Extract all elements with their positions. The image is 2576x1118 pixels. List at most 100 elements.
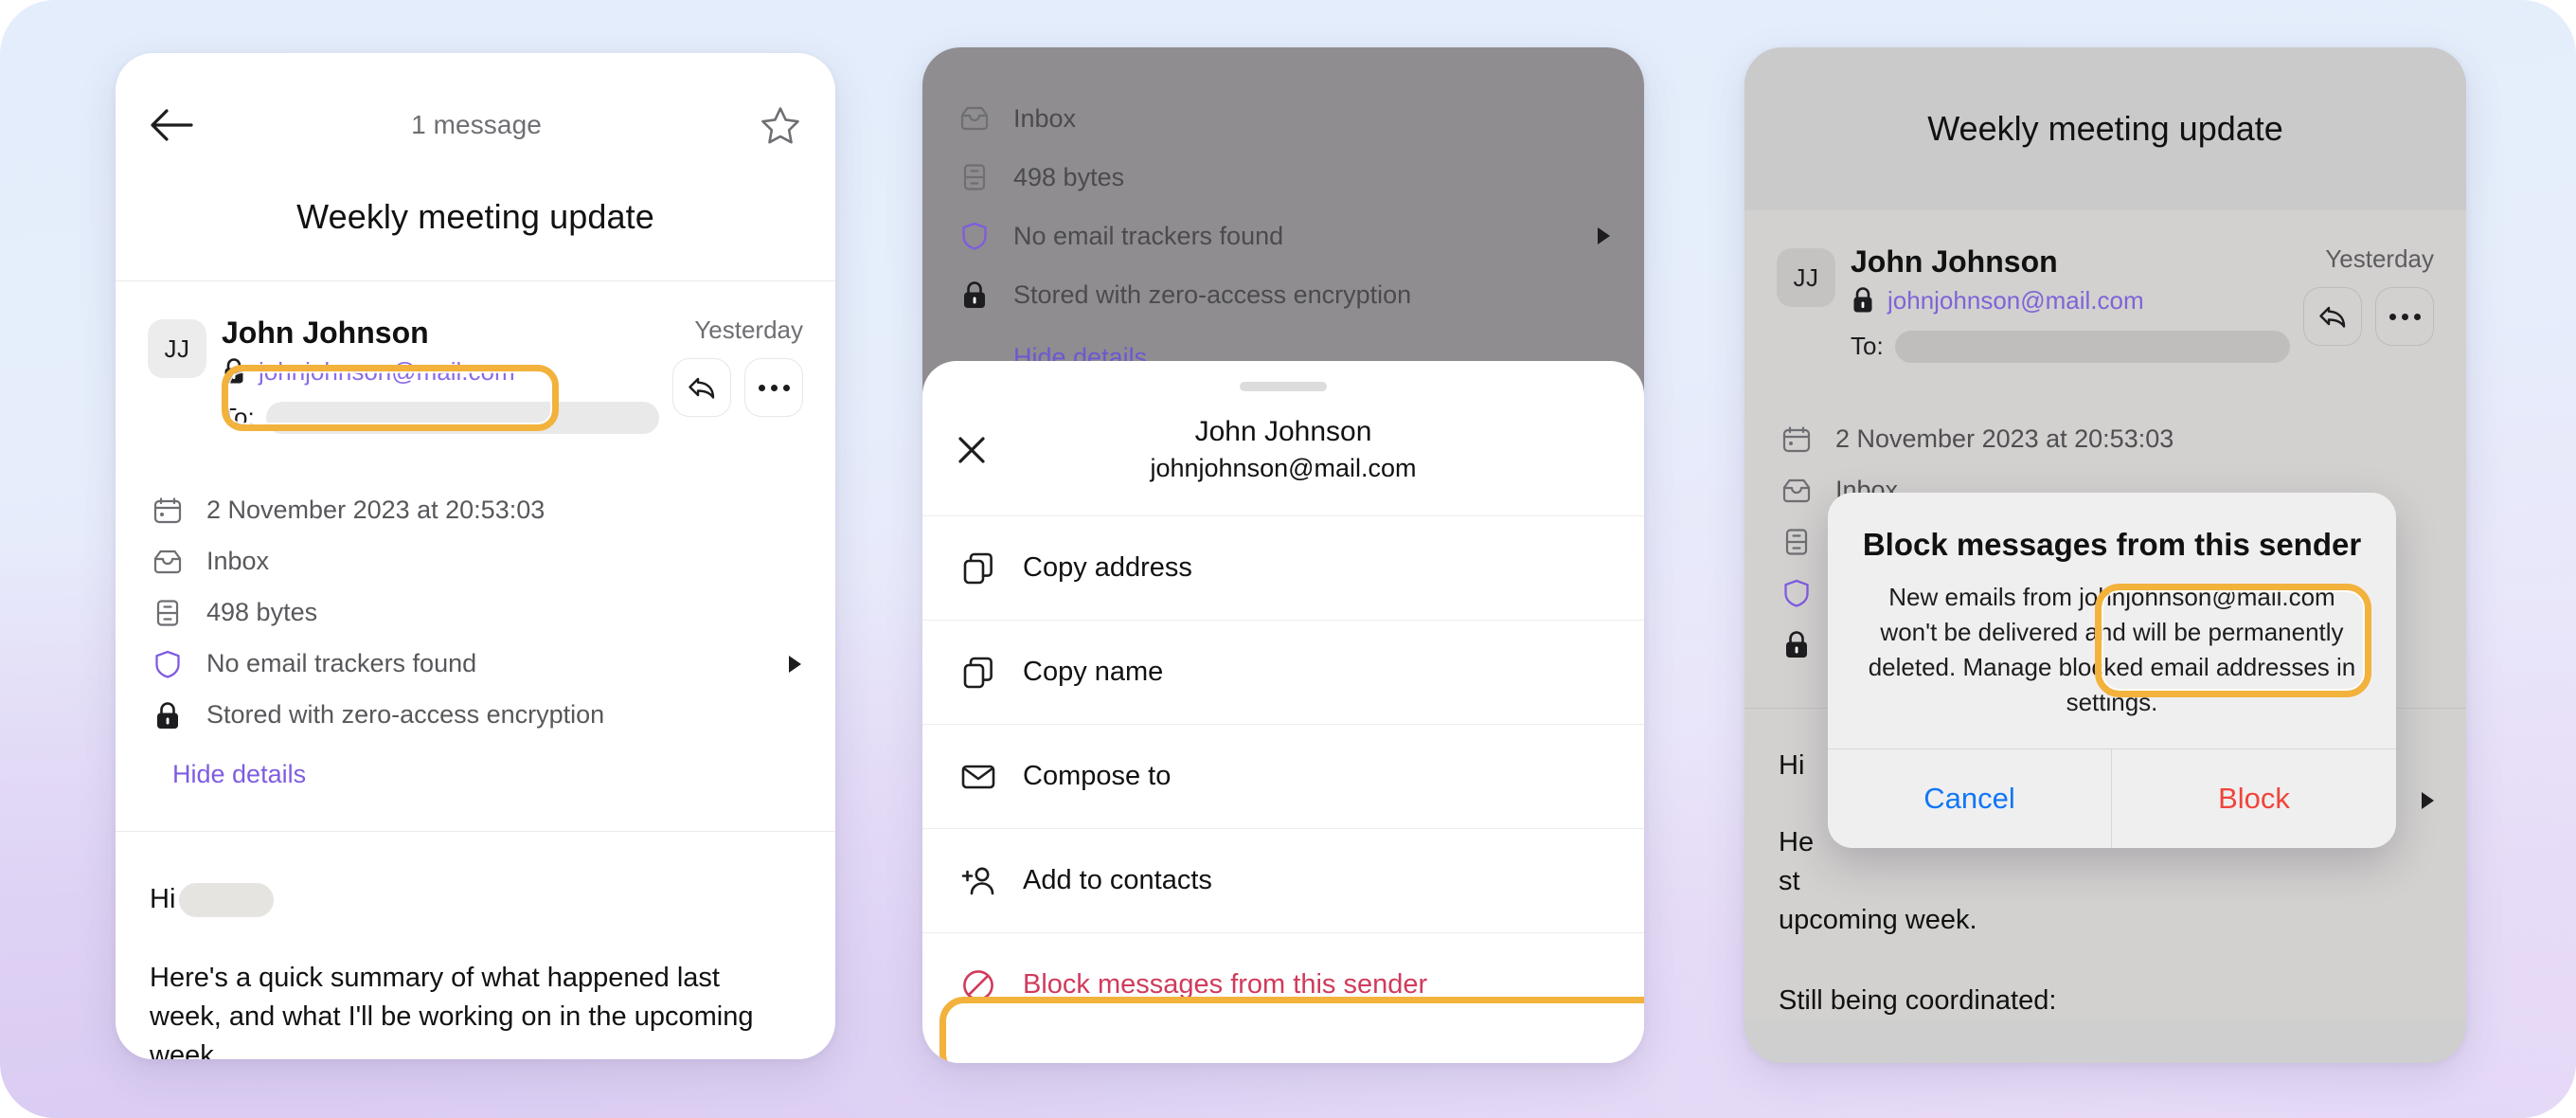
sender-name: John Johnson [1851, 244, 2058, 279]
sender-email-chip[interactable]: johnjohnson@mail.com [1851, 286, 2290, 316]
menu-item[interactable]: Block messages from this sender [922, 932, 1644, 1037]
menu-item-label: Block messages from this sender [1023, 969, 1428, 1000]
chevron-right-icon[interactable] [1598, 227, 1610, 244]
lock-filled-icon [1779, 626, 1815, 662]
detail-row-label: Stored with zero-access encryption [206, 700, 605, 730]
detail-row[interactable]: No email trackers found [957, 207, 1610, 265]
detail-row-label: 498 bytes [1013, 162, 1125, 191]
calendar-icon [150, 493, 186, 529]
cancel-button[interactable]: Cancel [1828, 748, 2112, 848]
arrow-left-icon[interactable] [150, 105, 193, 145]
menu-item-label: Compose to [1023, 761, 1172, 791]
sheet-drag-handle[interactable] [1240, 382, 1327, 391]
page-title: Weekly meeting update [116, 197, 835, 280]
sender-email[interactable]: johnjohnson@mail.com [259, 357, 515, 387]
chevron-right-icon[interactable] [789, 655, 801, 673]
menu-item-label: Copy address [1023, 552, 1192, 583]
body-fragment-left2: st [1779, 865, 1800, 896]
panel3-navbar: Weekly meeting update [1744, 47, 2466, 210]
shield-icon [957, 218, 993, 254]
copy-icon [958, 549, 998, 588]
alert-actions: Cancel Block [1828, 748, 2396, 848]
shield-icon [1779, 575, 1815, 611]
block-icon [958, 965, 998, 1005]
greeting-text: Hi [150, 884, 176, 915]
hide-details-link[interactable]: Hide details [116, 741, 835, 789]
detail-row[interactable]: No email trackers found [150, 639, 801, 690]
to-label: To: [222, 403, 255, 432]
envelope-icon [958, 757, 998, 797]
file-size-icon [150, 595, 186, 631]
recipient-row: To: [1851, 330, 2290, 363]
page-title: Weekly meeting update [1927, 109, 2283, 148]
greeting-row: Hi [150, 882, 801, 917]
sheet-title: John Johnson [1194, 416, 1372, 447]
detail-row: 498 bytes [150, 587, 801, 639]
detail-row: 2 November 2023 at 20:53:03 [150, 485, 801, 536]
detail-row: Stored with zero-access encryption [957, 265, 1610, 324]
recipient-redacted-bar [1894, 330, 2290, 363]
recipient-redacted-bar [265, 401, 659, 434]
sender-action-sheet: John Johnson johnjohnson@mail.com Copy a… [922, 361, 1644, 1063]
more-options-button[interactable] [744, 358, 803, 417]
reply-button[interactable] [672, 358, 731, 417]
detail-row-label: No email trackers found [206, 649, 477, 678]
shield-icon [150, 646, 186, 682]
sender-email-chip[interactable]: johnjohnson@mail.com [222, 357, 659, 387]
menu-item[interactable]: Compose to [922, 724, 1644, 828]
body-paragraph-1: Here's a quick summary of what happened … [150, 962, 754, 1059]
more-options-button[interactable] [2375, 287, 2434, 346]
sender-name: John Johnson [222, 316, 429, 350]
inbox-icon [1779, 473, 1815, 509]
menu-item[interactable]: Copy name [922, 620, 1644, 724]
block-button[interactable]: Block [2112, 749, 2396, 848]
message-body: Hi Here's a quick summary of what happen… [116, 832, 835, 1059]
file-size-icon [957, 159, 993, 195]
body-fragment-line3: upcoming week. [1779, 905, 1977, 936]
sender-row: JJ John Johnson johnjohnson@mail.com To: [1744, 244, 2466, 363]
detail-row: 498 bytes [957, 148, 1610, 207]
sheet-bottom-padding [922, 1037, 1644, 1063]
menu-item[interactable]: Copy address [922, 515, 1644, 620]
message-count-label: 1 message [411, 110, 542, 139]
avatar: JJ [1777, 248, 1835, 307]
lock-filled-icon [957, 277, 993, 313]
detail-row-label: Inbox [1013, 103, 1077, 133]
lock-icon [222, 357, 246, 386]
greeting-text: Hi [1779, 749, 1805, 781]
inbox-icon [957, 100, 993, 136]
close-icon[interactable] [955, 433, 989, 467]
reply-button[interactable] [2303, 287, 2362, 346]
alert-message: New emails from johnjohnson@mail.com won… [1868, 583, 2356, 716]
lock-icon [1851, 286, 1875, 315]
ellipsis-icon [2388, 313, 2421, 320]
detail-list: 2 November 2023 at 20:53:03 Inbox 498 byte… [116, 434, 835, 741]
detail-row: Inbox [150, 536, 801, 587]
body-paragraph-2: Still being coordinated: [1779, 985, 2057, 1017]
panel-block-confirm: Weekly meeting update JJ John Johnson jo… [1744, 47, 2466, 1063]
reply-icon [689, 377, 715, 399]
file-size-icon [1779, 524, 1815, 560]
alert-title: Block messages from this sender [1862, 527, 2362, 562]
panel-action-sheet: Inbox 498 bytes No email trackers found Sto… [922, 47, 1644, 1063]
detail-row-label: 498 bytes [206, 598, 318, 627]
sender-row: JJ John Johnson johnjohnson@mail.com To: [116, 316, 835, 434]
menu-item[interactable]: Add to contacts [922, 828, 1644, 932]
sender-email[interactable]: johnjohnson@mail.com [1887, 286, 2144, 316]
detail-list: Inbox 498 bytes No email trackers found Sto… [957, 89, 1610, 324]
detail-row: 2 November 2023 at 20:53:03 [1779, 414, 2432, 465]
detail-row-label: 2 November 2023 at 20:53:03 [1835, 424, 2174, 454]
timestamp: Yesterday [694, 316, 803, 344]
ellipsis-icon [758, 384, 790, 391]
panel-message-detail: 1 message Weekly meeting update JJ John … [116, 53, 835, 1059]
sheet-subtitle: johnjohnson@mail.com [1150, 454, 1417, 482]
panel1-navbar: 1 message [116, 53, 835, 197]
star-outline-icon[interactable] [760, 104, 801, 146]
recipient-name-redacted [179, 882, 275, 917]
detail-row: Stored with zero-access encryption [150, 690, 801, 741]
timestamp: Yesterday [2325, 244, 2434, 273]
chevron-right-icon[interactable] [2422, 792, 2434, 809]
inbox-icon [150, 544, 186, 580]
message-card: JJ John Johnson johnjohnson@mail.com To: [116, 281, 835, 1059]
detail-row: Inbox [957, 89, 1610, 148]
